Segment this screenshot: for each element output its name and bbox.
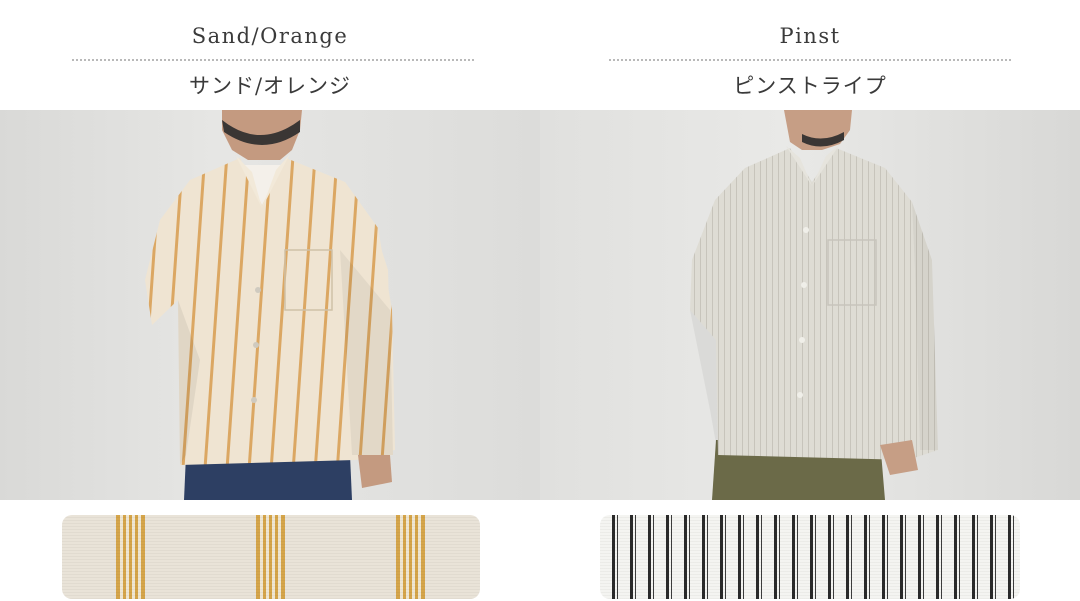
- fabric-texture-overlay: [600, 515, 1020, 599]
- dotted-divider: [609, 59, 1011, 61]
- fabric-swatch-icon: [600, 515, 1020, 599]
- fabric-swatch-icon: [62, 515, 480, 599]
- color-name-japanese: サンド/オレンジ: [188, 74, 352, 98]
- color-name-english: Pinst: [779, 24, 841, 48]
- model-wearing-striped-shirt-photo: [0, 110, 540, 500]
- color-option-pinstripe[interactable]: Pinst ピンストライプ: [540, 0, 1080, 601]
- color-option-sand-orange[interactable]: Sand/Orange サンド/オレンジ: [0, 0, 540, 601]
- model-wearing-pinstripe-shirt-photo: [540, 110, 1080, 500]
- dotted-divider: [72, 59, 474, 61]
- color-name-english: Sand/Orange: [191, 24, 349, 48]
- color-variation-panel: Sand/Orange サンド/オレンジ Pinst ピンストライプ: [0, 0, 1080, 601]
- fabric-texture-overlay: [62, 515, 480, 599]
- color-name-japanese: ピンストライプ: [733, 74, 887, 98]
